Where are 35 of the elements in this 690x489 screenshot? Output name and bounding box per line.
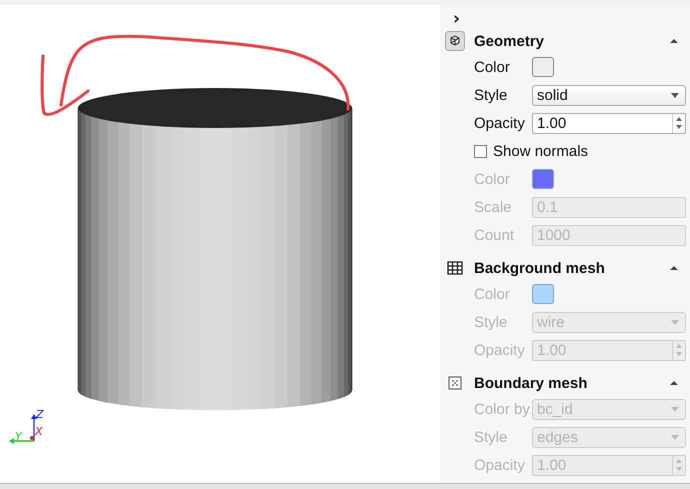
cube-icon[interactable]: [445, 31, 465, 51]
spin-field[interactable]: 1.00: [532, 112, 686, 134]
field-label: Opacity: [474, 456, 526, 474]
axis-label: Y: [15, 430, 22, 443]
caret-icon: [671, 92, 679, 98]
caret-icon[interactable]: [669, 380, 679, 386]
section-title: Geometry: [474, 32, 546, 50]
color-swatch[interactable]: [532, 57, 554, 77]
axis-label: Z: [36, 408, 44, 421]
caret-icon[interactable]: [669, 38, 679, 44]
field-label: Count: [474, 226, 516, 244]
collapse-toggle[interactable]: ›: [445, 9, 468, 29]
section-title: Background mesh: [474, 260, 606, 276]
caret-icon: [671, 434, 679, 440]
field-label: Style: [474, 86, 508, 104]
field-label: Opacity: [474, 342, 526, 358]
field-label: Opacity: [474, 114, 526, 132]
caret-icon: [671, 320, 679, 324]
field-label: Color: [474, 286, 511, 302]
spinner-arrows-icon[interactable]: [675, 115, 683, 131]
dropdown[interactable]: solid: [532, 84, 686, 106]
field-label: Color: [474, 58, 511, 76]
spinner-arrows-icon: [675, 457, 683, 473]
caret-icon: [671, 406, 679, 412]
field-label: Style: [474, 314, 508, 330]
checkbox[interactable]: [474, 144, 487, 158]
spinner-arrows-icon: [675, 342, 683, 358]
checkbox-label: Show normals: [493, 142, 588, 160]
caret-icon[interactable]: [669, 265, 679, 271]
field-label: Scale: [474, 198, 513, 216]
axis-label: X: [35, 425, 43, 438]
field-label: Color by: [474, 400, 531, 418]
section-title: Boundary mesh: [474, 374, 588, 392]
field-label: Style: [474, 428, 508, 446]
field-label: Color: [474, 170, 511, 188]
